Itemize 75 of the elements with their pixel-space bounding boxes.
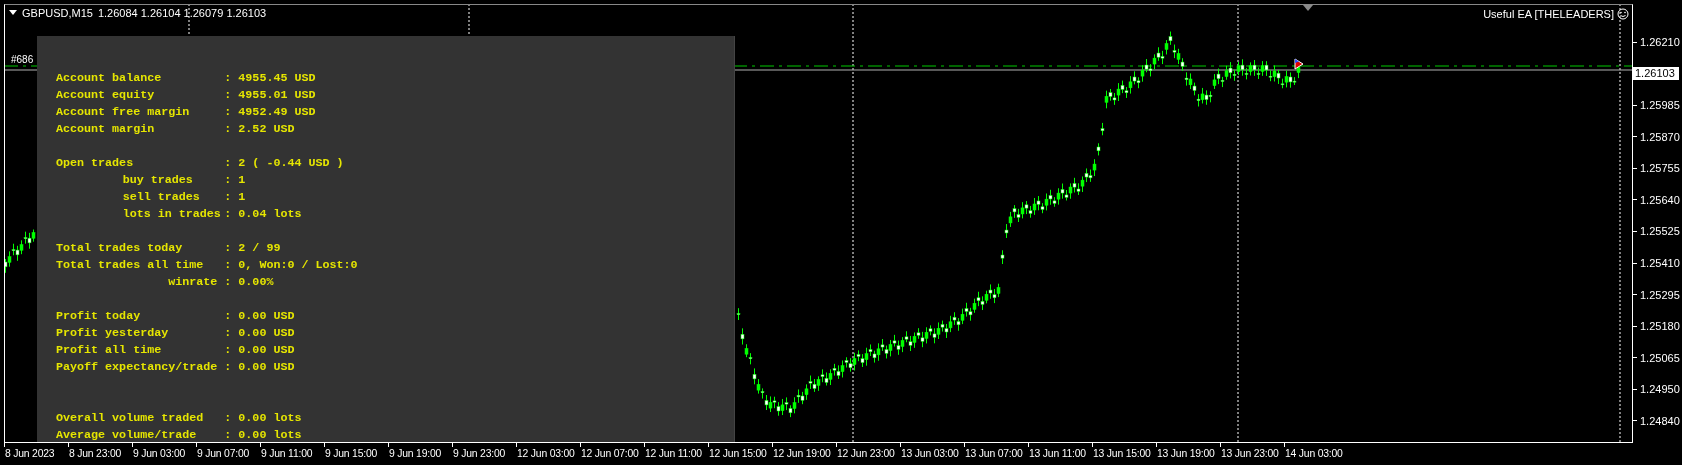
price-label: 1.25295 — [1640, 287, 1680, 302]
stat-value: : 4955.45 USD — [224, 70, 316, 87]
price-label: 1.25755 — [1640, 161, 1680, 176]
smiley-icon — [1617, 8, 1629, 20]
stat-label: Profit yesterday — [56, 325, 169, 342]
stat-label: Account margin — [56, 121, 155, 138]
stat-label: sell trades — [122, 189, 200, 206]
stat-label: Average volume/trade — [56, 427, 197, 442]
stat-value: : 1 — [224, 172, 246, 189]
stat-label: Payoff expectancy/trade — [56, 359, 218, 376]
stat-label: Profit today — [56, 308, 141, 325]
stat-value: : 0.00 USD — [224, 308, 295, 325]
stat-label: buy trades — [122, 172, 193, 189]
stat-value: : 0.00 lots — [224, 427, 302, 442]
stat-value: : 0.00 USD — [224, 359, 295, 376]
current-price-label: 1.26103 — [1632, 67, 1679, 81]
time-label: 12 Jun 19:00 — [773, 448, 831, 460]
time-label: 13 Jun 11:00 — [1029, 448, 1086, 460]
price-label: 1.25180 — [1640, 319, 1680, 334]
price-label: 1.25525 — [1640, 224, 1680, 239]
time-label: 13 Jun 23:00 — [1221, 448, 1279, 460]
stat-value: : 0.00 USD — [224, 342, 295, 359]
stat-value: : 0.04 lots — [224, 206, 302, 223]
time-label: 13 Jun 15:00 — [1093, 448, 1151, 460]
price-label: 1.24950 — [1640, 382, 1680, 397]
stat-value: : 2.52 USD — [224, 121, 295, 138]
time-label: 13 Jun 19:00 — [1157, 448, 1215, 460]
stat-value: : 4952.49 USD — [224, 104, 316, 121]
arrow-icon — [1294, 58, 1304, 70]
time-label: 13 Jun 07:00 — [965, 448, 1023, 460]
stat-label: winrate — [168, 274, 218, 291]
price-label: 1.25640 — [1640, 192, 1680, 207]
symbol-label: GBPUSD,M15 — [22, 6, 93, 20]
expert-label: Useful EA [THELEADERS] — [1483, 7, 1614, 21]
stat-label: Profit all time — [56, 342, 162, 359]
stat-value: : 2 / 99 — [224, 240, 281, 257]
time-label: 9 Jun 23:00 — [453, 448, 506, 460]
time-label: 9 Jun 15:00 — [325, 448, 378, 460]
price-label: 1.25410 — [1640, 256, 1680, 271]
stat-value: : 0.00 USD — [224, 325, 295, 342]
time-label: 9 Jun 07:00 — [197, 448, 250, 460]
stat-label: Total trades today — [56, 240, 183, 257]
stat-value: : 4955.01 USD — [224, 87, 316, 104]
time-label: 12 Jun 23:00 — [837, 448, 895, 460]
time-label: 9 Jun 19:00 — [389, 448, 442, 460]
stat-label: Account balance — [56, 70, 162, 87]
price-label: 1.26210 — [1640, 35, 1680, 49]
time-label: 8 Jun 2023 — [5, 448, 55, 460]
stat-label: Total trades all time — [56, 257, 204, 274]
time-label: 9 Jun 11:00 — [261, 448, 313, 460]
price-label: 1.25870 — [1640, 129, 1680, 144]
time-label: 9 Jun 03:00 — [133, 448, 186, 460]
price-label: 1.25985 — [1640, 98, 1680, 113]
stat-value: : 0, Won:0 / Lost:0 — [224, 257, 358, 274]
time-label: 12 Jun 07:00 — [581, 448, 639, 460]
time-label: 13 Jun 03:00 — [901, 448, 959, 460]
price-label: 1.25065 — [1640, 350, 1680, 365]
stat-label: lots in trades — [122, 206, 221, 223]
stat-value: : 0.00 lots — [224, 410, 302, 427]
stat-label: Open trades — [56, 155, 134, 172]
time-label: 14 Jun 03:00 — [1285, 448, 1343, 460]
stat-label: Overall volume traded — [56, 410, 204, 427]
time-label: 8 Jun 23:00 — [69, 448, 122, 460]
stat-label: Account equity — [56, 87, 155, 104]
time-label: 12 Jun 15:00 — [709, 448, 767, 460]
stat-value: : 0.00% — [224, 274, 274, 291]
object-label: #686 — [11, 54, 34, 65]
triangle-icon[interactable] — [9, 10, 17, 16]
time-label: 12 Jun 11:00 — [645, 448, 702, 460]
stat-label: Account free margin — [56, 104, 190, 121]
quote-text: 1.26084 1.26104 1.26079 1.26103 — [97, 6, 267, 20]
stat-value: : 2 ( -0.44 USD ) — [224, 155, 344, 172]
stat-value: : 1 — [224, 189, 246, 206]
time-label: 12 Jun 03:00 — [517, 448, 575, 460]
price-label: 1.24840 — [1640, 413, 1680, 428]
